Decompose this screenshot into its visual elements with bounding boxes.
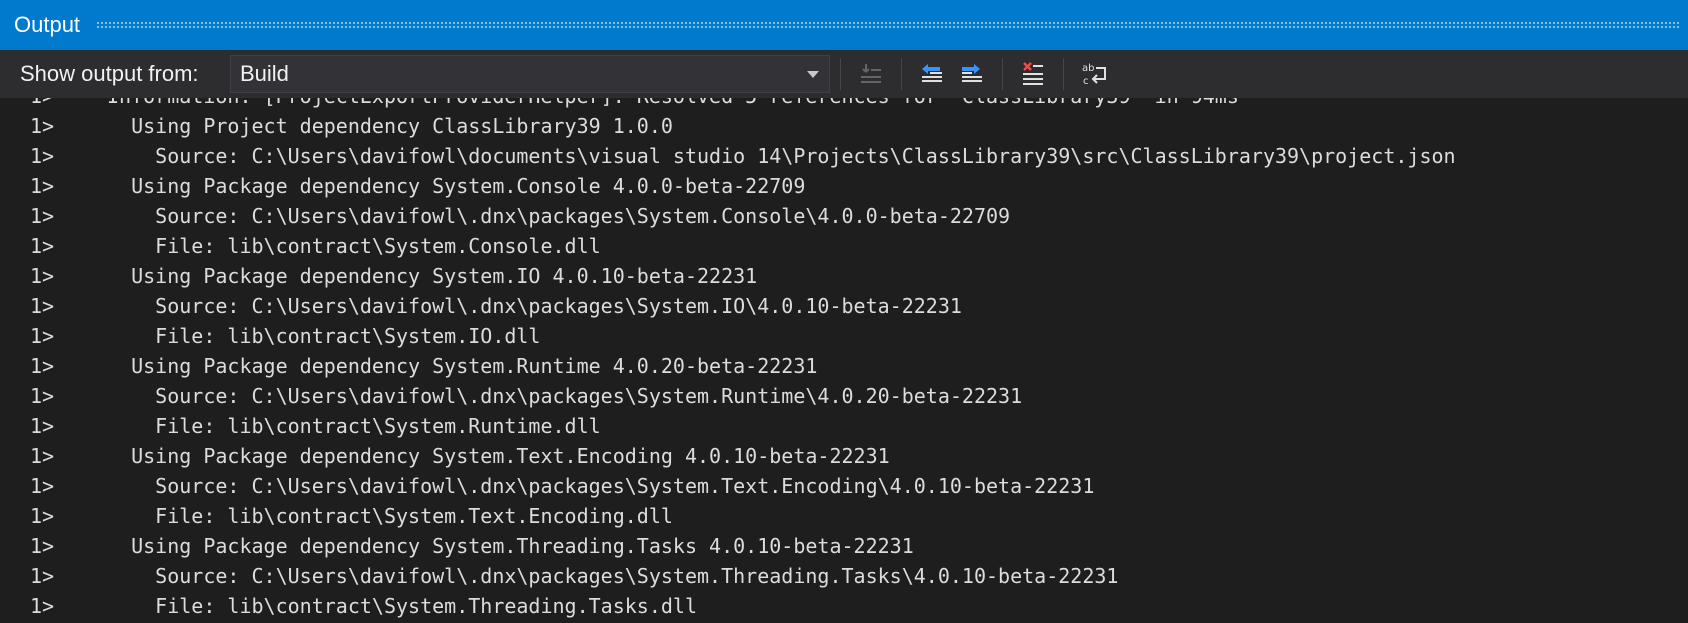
svg-text:ab: ab xyxy=(1082,63,1094,74)
output-line: 1> File: lib\contract\System.IO.dll xyxy=(0,321,1456,351)
window-title: Output xyxy=(14,12,81,37)
output-lines: 1>Information: [ProjectExportProviderHel… xyxy=(0,98,1456,623)
previous-message-button[interactable] xyxy=(916,58,948,90)
project-prefix: 1> xyxy=(30,354,55,378)
output-line-text: File: lib\contract\System.Threading.Task… xyxy=(107,594,698,618)
project-prefix: 1> xyxy=(30,114,55,138)
project-prefix: 1> xyxy=(30,474,55,498)
project-prefix: 1> xyxy=(30,384,55,408)
output-line: 1>Information: [ProjectExportProviderHel… xyxy=(0,98,1456,111)
project-prefix: 1> xyxy=(30,264,55,288)
output-window: Output Show output from: Build ab c 1> U… xyxy=(0,0,1688,623)
output-line-text: File: lib\contract\System.IO.dll xyxy=(107,324,541,348)
project-prefix: 1> xyxy=(30,594,55,618)
next-message-button[interactable] xyxy=(956,58,988,90)
project-prefix: 1> xyxy=(30,564,55,588)
output-line: 1> Using Package dependency System.Threa… xyxy=(0,531,1456,561)
output-line-text: Source: C:\Users\davifowl\.dnx\packages\… xyxy=(107,294,962,318)
output-line-text: Source: C:\Users\davifowl\.dnx\packages\… xyxy=(107,384,1023,408)
go-to-build-error-button[interactable] xyxy=(855,58,887,90)
output-line-text: Using Package dependency System.IO 4.0.1… xyxy=(107,264,758,288)
output-line-text: Using Package dependency System.Threadin… xyxy=(107,534,914,558)
toggle-word-wrap-button[interactable]: ab c xyxy=(1078,58,1110,90)
output-line-text: Using Package dependency System.Text.Enc… xyxy=(107,444,890,468)
output-line-text: File: lib\contract\System.Text.Encoding.… xyxy=(107,504,673,528)
toolbar-separator xyxy=(840,58,841,90)
project-prefix: 1> xyxy=(30,414,55,438)
project-prefix: 1> xyxy=(30,504,55,528)
project-prefix: 1> xyxy=(0,98,107,111)
word-wrap-icon: ab c xyxy=(1082,63,1106,87)
output-line: 1> Using Package dependency System.Text.… xyxy=(0,441,1456,471)
clear-all-button[interactable] xyxy=(1017,58,1049,90)
show-output-label: Show output from: xyxy=(20,61,199,86)
output-line: 1> Using Project dependency ClassLibrary… xyxy=(0,111,1456,141)
previous-message-icon xyxy=(922,64,942,82)
project-prefix: 1> xyxy=(30,204,55,228)
output-line-text: Source: C:\Users\davifowl\.dnx\packages\… xyxy=(107,204,1011,228)
output-line: 1> Source: C:\Users\davifowl\.dnx\packag… xyxy=(0,291,1456,321)
output-line-text: Using Package dependency System.Console … xyxy=(107,174,806,198)
output-line-text: Using Project dependency ClassLibrary39 … xyxy=(107,114,673,138)
output-line: 1> Source: C:\Users\davifowl\.dnx\packag… xyxy=(0,381,1456,411)
output-line: 1> Source: C:\Users\davifowl\.dnx\packag… xyxy=(0,471,1456,501)
project-prefix: 1> xyxy=(30,324,55,348)
title-bar-grip[interactable] xyxy=(96,21,1680,29)
output-line: 1> Using Package dependency System.IO 4.… xyxy=(0,261,1456,291)
output-line-text: Source: C:\Users\davifowl\.dnx\packages\… xyxy=(107,564,1119,588)
output-source-value: Build xyxy=(240,61,289,86)
toolbar-separator xyxy=(1063,58,1064,90)
project-prefix: 1> xyxy=(30,144,55,168)
project-prefix: 1> xyxy=(30,534,55,558)
project-prefix: 1> xyxy=(30,174,55,198)
output-line: 1> Source: C:\Users\davifowl\.dnx\packag… xyxy=(0,561,1456,591)
output-line: 1> File: lib\contract\System.Text.Encodi… xyxy=(0,501,1456,531)
chevron-down-icon xyxy=(807,71,819,78)
output-pane[interactable]: 1>Information: [ProjectExportProviderHel… xyxy=(0,98,1688,623)
output-line: 1> File: lib\contract\System.Console.dll xyxy=(0,231,1456,261)
output-line: 1> Using Package dependency System.Conso… xyxy=(0,171,1456,201)
clear-all-icon xyxy=(1023,62,1043,85)
output-line: 1> Source: C:\Users\davifowl\.dnx\packag… xyxy=(0,201,1456,231)
toolbar-separator xyxy=(901,58,902,90)
toolbar: Show output from: Build ab c xyxy=(0,50,1688,98)
output-source-dropdown[interactable]: Build xyxy=(230,55,830,93)
title-bar[interactable]: Output xyxy=(0,0,1688,50)
output-line: 1> Using Package dependency System.Runti… xyxy=(0,351,1456,381)
project-prefix: 1> xyxy=(30,294,55,318)
output-line-text: Source: C:\Users\davifowl\documents\visu… xyxy=(107,144,1456,168)
project-prefix: 1> xyxy=(30,234,55,258)
find-message-in-code-icon xyxy=(861,64,881,83)
output-line: 1> Source: C:\Users\davifowl\documents\v… xyxy=(0,141,1456,171)
toolbar-separator xyxy=(1002,58,1003,90)
output-line: 1> File: lib\contract\System.Runtime.dll xyxy=(0,411,1456,441)
svg-text:c: c xyxy=(1083,76,1089,87)
output-line: 1> File: lib\contract\System.Threading.T… xyxy=(0,591,1456,621)
project-prefix: 1> xyxy=(30,444,55,468)
output-line-text: Source: C:\Users\davifowl\.dnx\packages\… xyxy=(107,474,1095,498)
next-message-icon xyxy=(962,64,982,82)
output-line-text: File: lib\contract\System.Console.dll xyxy=(107,234,601,258)
output-line-text: Using Package dependency System.Runtime … xyxy=(107,354,818,378)
output-line-text: Information: [ProjectExportProviderHelpe… xyxy=(107,98,1239,111)
output-line-text: File: lib\contract\System.Runtime.dll xyxy=(107,414,601,438)
